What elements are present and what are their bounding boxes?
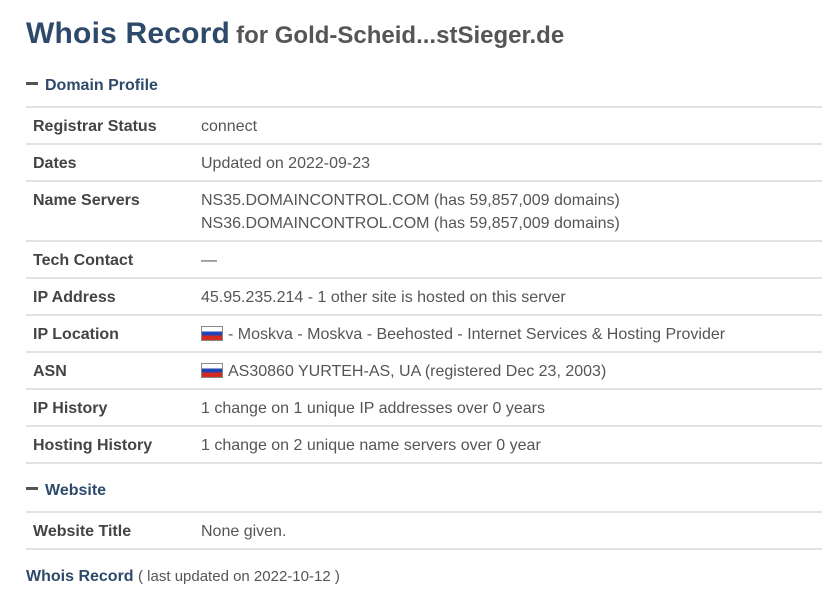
row-label: Tech Contact	[33, 252, 134, 269]
collapse-icon	[26, 82, 38, 86]
row-value: AS30860 YURTEH-AS, UA (registered Dec 23…	[201, 352, 822, 389]
row-label: ASN	[33, 363, 67, 380]
section-title-domain-profile: Domain Profile	[45, 77, 158, 94]
table-row: Name Servers NS35.DOMAINCONTROL.COM (has…	[26, 181, 822, 241]
row-label: Dates	[33, 155, 77, 172]
row-label: IP Location	[33, 326, 119, 343]
russia-flag-icon	[201, 326, 223, 341]
row-label: Hosting History	[33, 437, 153, 454]
name-server-1: NS35.DOMAINCONTROL.COM (has 59,857,009 d…	[201, 192, 620, 209]
table-row: Hosting History 1 change on 2 unique nam…	[26, 426, 822, 463]
website-table: Website Title None given.	[26, 511, 822, 550]
whois-record-link[interactable]: Whois Record	[26, 568, 134, 585]
domain-profile-table: Registrar Status connect Dates Updated o…	[26, 106, 822, 464]
row-value: connect	[201, 118, 258, 135]
last-updated-note: ( last updated on 2022-10-12 )	[138, 568, 340, 585]
table-row: Dates Updated on 2022-09-23	[26, 144, 822, 181]
asn-text: AS30860 YURTEH-AS, UA (registered Dec 23…	[228, 363, 607, 380]
row-value: None given.	[201, 523, 287, 540]
row-value: —	[201, 252, 217, 269]
footer: Whois Record ( last updated on 2022-10-1…	[26, 568, 340, 586]
row-label: IP Address	[33, 289, 116, 306]
table-row: ASN AS30860 YURTEH-AS, UA (registered De…	[26, 352, 822, 389]
row-value: - Moskva - Moskva - Beehosted - Internet…	[201, 315, 822, 352]
page-title: Whois Record for Gold-Scheid...stSieger.d…	[26, 14, 564, 51]
table-row: Tech Contact —	[26, 241, 822, 278]
row-value: Updated on 2022-09-23	[201, 155, 371, 172]
table-row: IP Address 45.95.235.214 - 1 other site …	[26, 278, 822, 315]
table-row: IP Location - Moskva - Moskva - Beehoste…	[26, 315, 822, 352]
section-toggle-website[interactable]: Website	[26, 482, 106, 500]
russia-flag-icon	[201, 363, 223, 378]
row-value: 45.95.235.214 - 1 other site is hosted o…	[201, 289, 566, 306]
table-row: Registrar Status connect	[26, 107, 822, 144]
row-label: IP History	[33, 400, 108, 417]
row-value: NS35.DOMAINCONTROL.COM (has 59,857,009 d…	[201, 181, 822, 241]
section-toggle-domain-profile[interactable]: Domain Profile	[26, 77, 158, 95]
table-row: IP History 1 change on 1 unique IP addre…	[26, 389, 822, 426]
name-server-2: NS36.DOMAINCONTROL.COM (has 59,857,009 d…	[201, 215, 620, 232]
collapse-icon	[26, 487, 38, 491]
row-label: Registrar Status	[33, 118, 157, 135]
page-title-main: Whois Record	[26, 17, 231, 50]
row-label: Website Title	[33, 523, 132, 540]
row-label: Name Servers	[33, 192, 140, 209]
section-title-website: Website	[45, 482, 107, 499]
row-value: 1 change on 2 unique name servers over 0…	[201, 437, 541, 454]
row-value: 1 change on 1 unique IP addresses over 0…	[201, 400, 545, 417]
ip-location-text: - Moskva - Moskva - Beehosted - Internet…	[228, 326, 726, 343]
page-title-domain: for Gold-Scheid...stSieger.de	[236, 22, 565, 49]
table-row: Website Title None given.	[26, 512, 822, 549]
